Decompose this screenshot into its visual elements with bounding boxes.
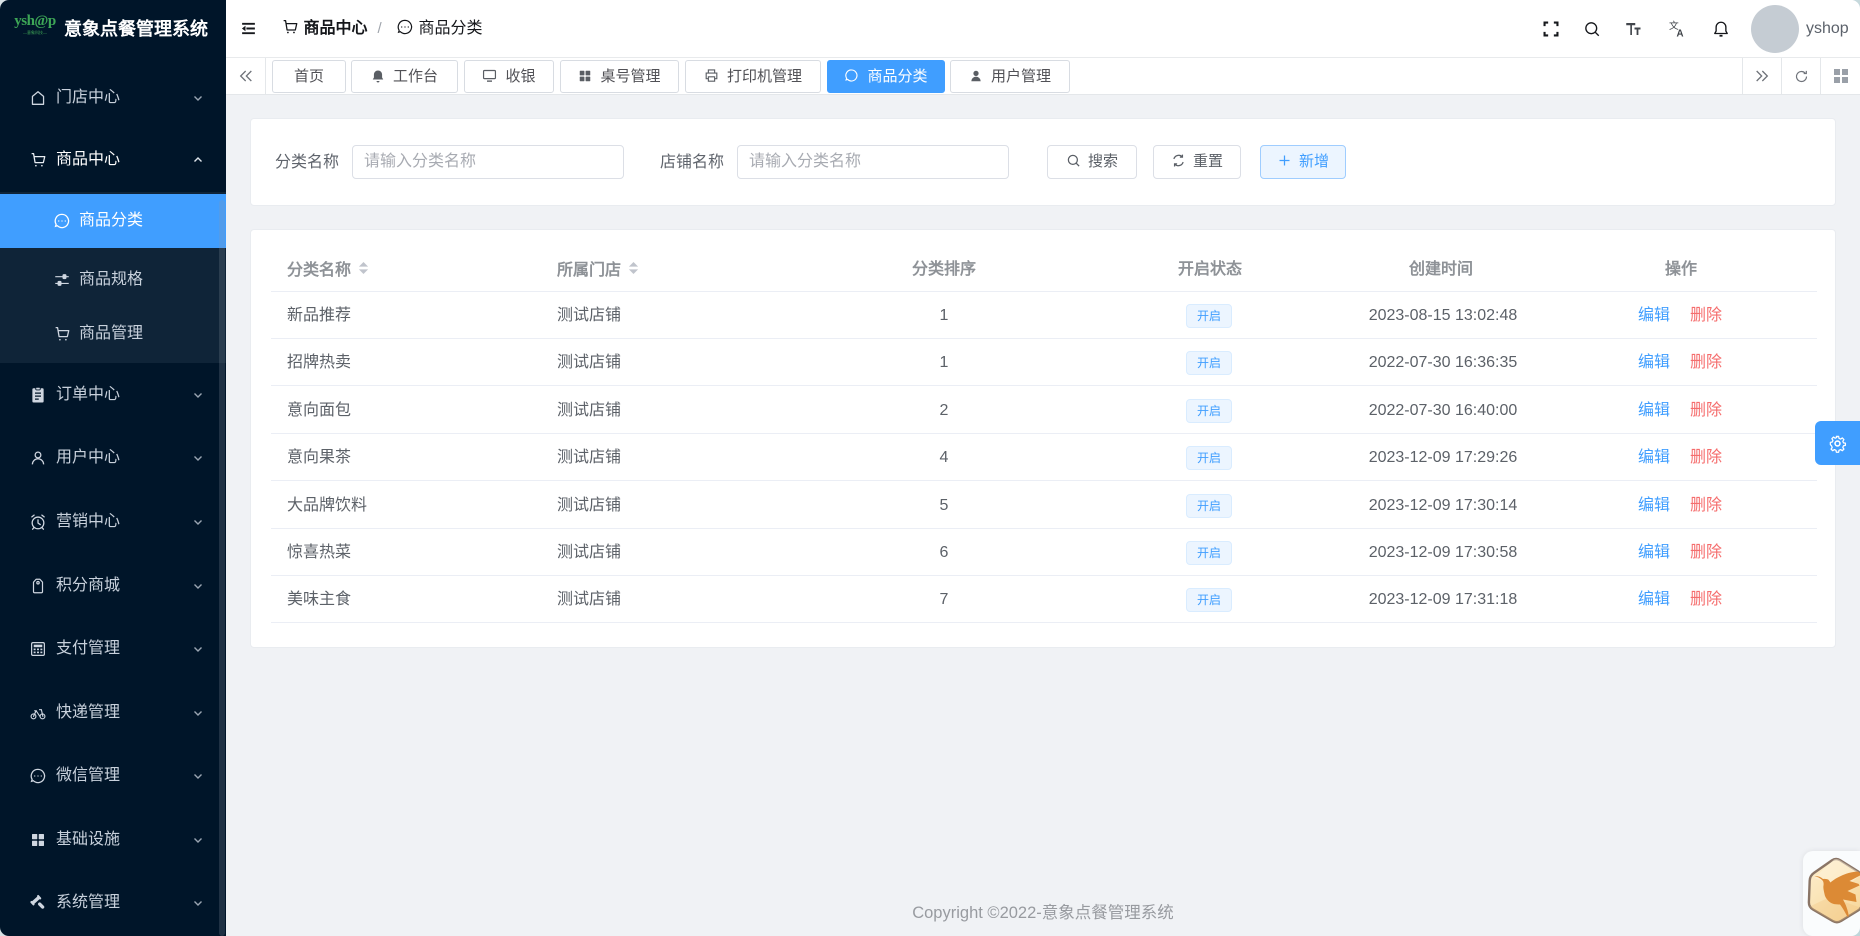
svg-text:A: A [1677,29,1684,39]
